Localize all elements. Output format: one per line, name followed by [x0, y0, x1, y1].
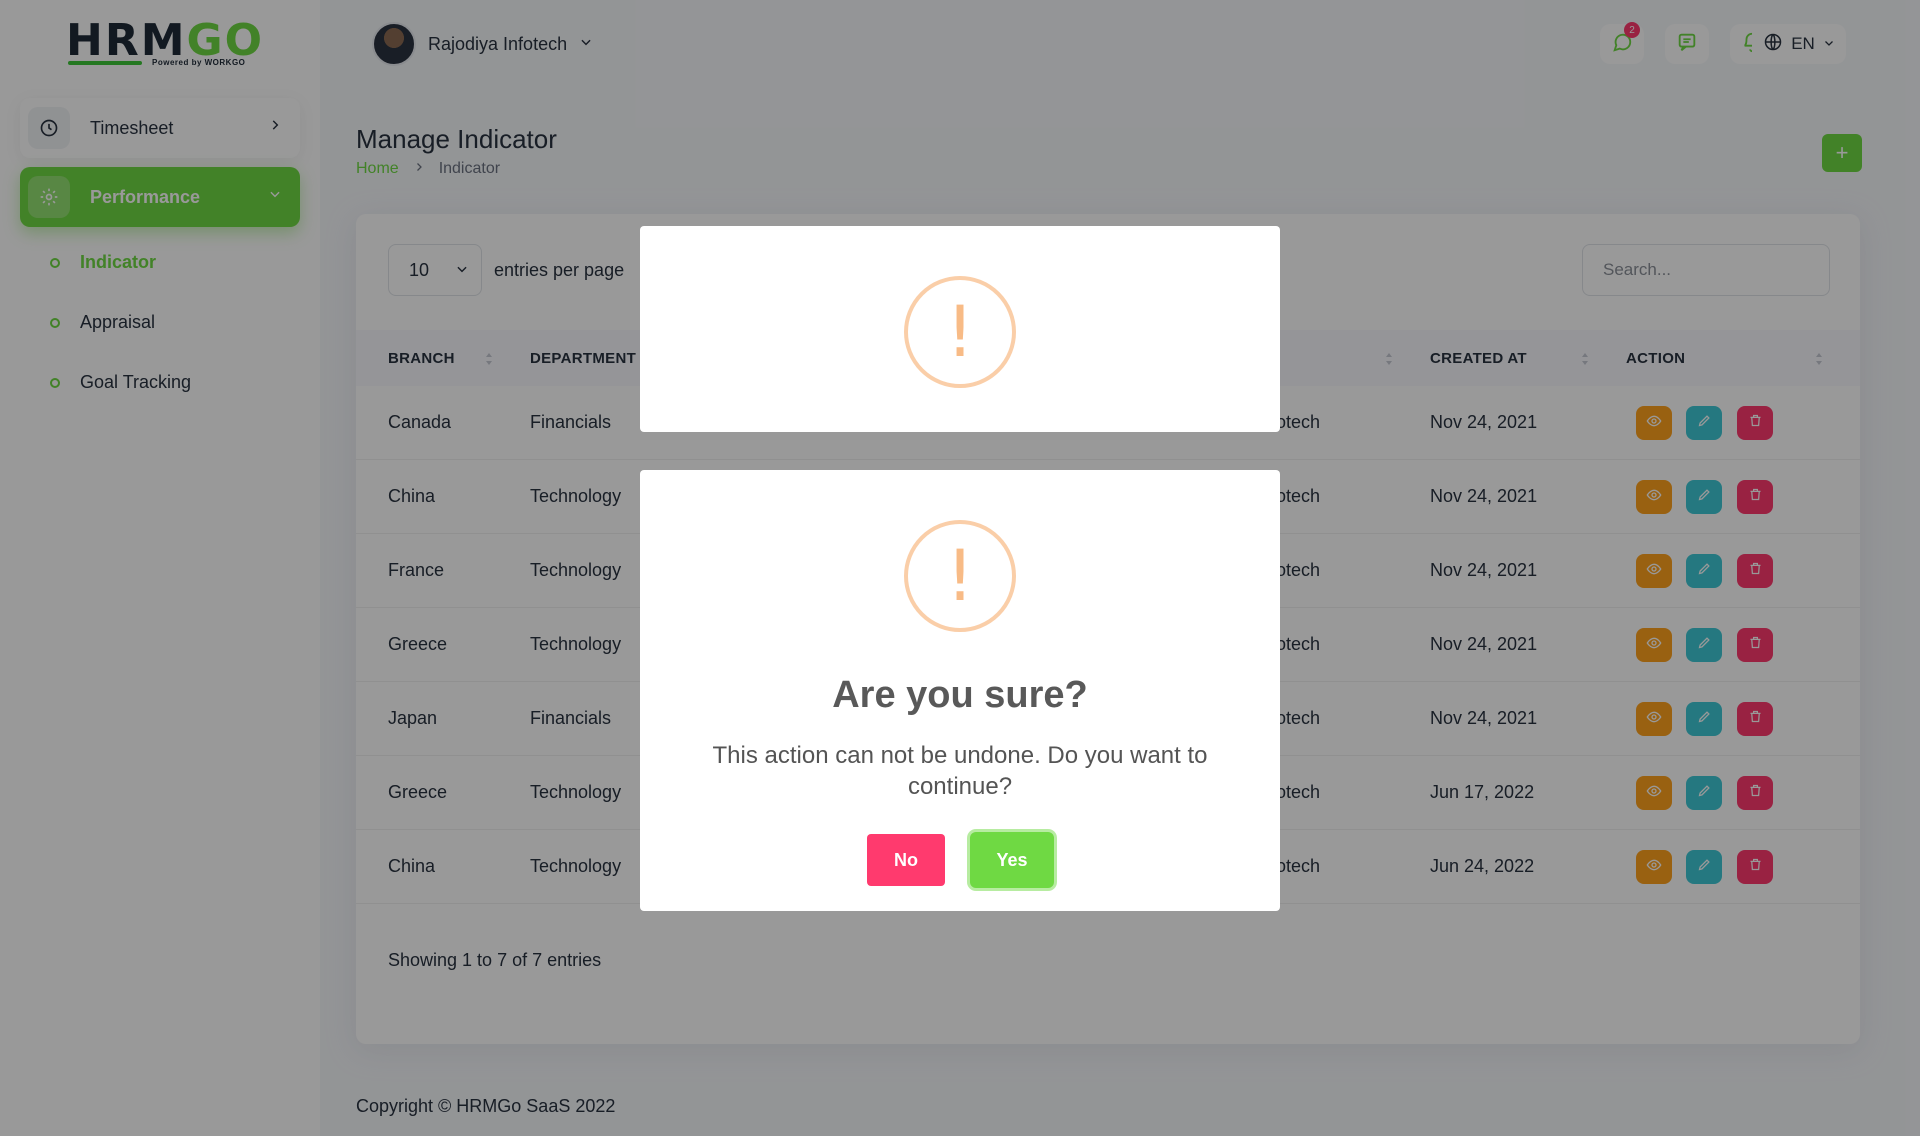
- background-alert-dialog: !: [640, 226, 1280, 432]
- confirm-dialog: ! Are you sure? This action can not be u…: [640, 470, 1280, 911]
- dialog-title: Are you sure?: [832, 674, 1088, 716]
- dialog-message: This action can not be undone. Do you wa…: [712, 742, 1208, 800]
- cancel-button[interactable]: No: [867, 834, 945, 886]
- warning-icon: !: [904, 520, 1016, 632]
- warning-icon: !: [904, 276, 1016, 388]
- confirm-button[interactable]: Yes: [970, 832, 1054, 888]
